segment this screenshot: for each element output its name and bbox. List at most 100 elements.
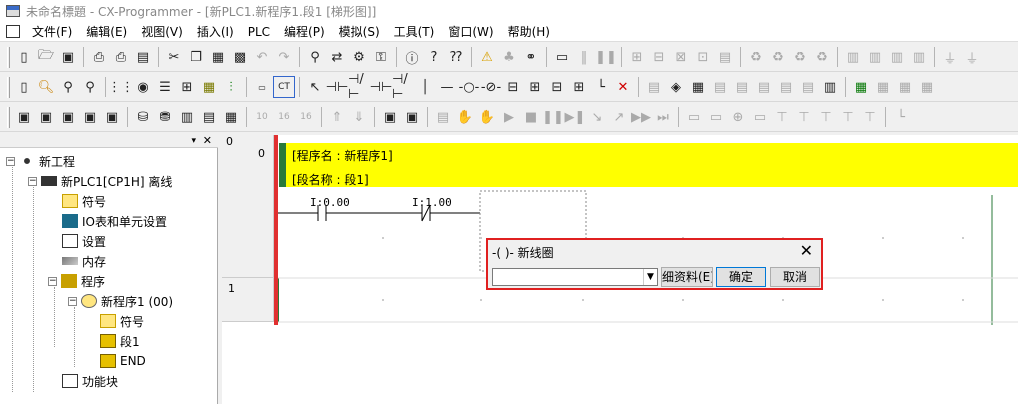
io-b-icon[interactable]: ▥	[864, 46, 886, 68]
select-cursor-icon[interactable]: ↖	[304, 76, 326, 98]
tree-node-prog-symbols[interactable]: 符号	[100, 311, 144, 331]
clipboard-icon[interactable]: ▩	[229, 46, 251, 68]
network-f-icon[interactable]: ▤	[753, 76, 775, 98]
pause-icon[interactable]: ❚❚	[595, 46, 617, 68]
step-icon[interactable]: ⊞	[626, 46, 648, 68]
network-g-icon[interactable]: ▤	[775, 76, 797, 98]
menu-insert[interactable]: 插入(I)	[191, 23, 242, 40]
menu-tools[interactable]: 工具(T)	[388, 23, 443, 40]
mem-a-icon[interactable]: ♻	[811, 46, 833, 68]
info-icon[interactable]: ⓘ	[401, 46, 423, 68]
context-help-icon[interactable]: ⁇	[445, 46, 467, 68]
network-m-icon[interactable]: ▦	[916, 76, 938, 98]
hand-icon[interactable]: ✋	[454, 106, 476, 128]
collapse-icon[interactable]: −	[28, 176, 37, 186]
network-h-icon[interactable]: ▤	[797, 76, 819, 98]
horizontal-line-icon[interactable]: —	[436, 76, 458, 98]
bit-icon[interactable]: ⊟	[546, 76, 568, 98]
jump-icon[interactable]: ⊞	[568, 76, 590, 98]
cross-ref-icon[interactable]: CT	[273, 76, 295, 98]
io-e-icon[interactable]: ⏚	[939, 46, 961, 68]
func-f-icon[interactable]: ⊤	[793, 106, 815, 128]
play-icon[interactable]: ▶	[498, 106, 520, 128]
data-trace-icon[interactable]: ♻	[767, 46, 789, 68]
tree-node-end[interactable]: END	[100, 351, 146, 371]
ladder-icon[interactable]: ▦	[198, 76, 220, 98]
cancel-button[interactable]: 取消	[770, 267, 820, 287]
zoom-in-icon[interactable]: 🔍︎	[35, 76, 57, 98]
rung-comment-icon[interactable]: ⊞	[176, 76, 198, 98]
print-preview-icon[interactable]: ⎙	[88, 46, 110, 68]
menu-help[interactable]: 帮助(H)	[502, 23, 558, 40]
tree-node-plc[interactable]: − 新PLC1[CP1H] 离线	[28, 171, 172, 191]
new-file-icon[interactable]: ▯	[13, 46, 35, 68]
symbol-table-icon[interactable]: ⛃	[154, 106, 176, 128]
pause-bar-icon[interactable]: ‖	[573, 46, 595, 68]
collapse-icon[interactable]: −	[6, 156, 15, 166]
open-folder-icon[interactable]: 🗁	[35, 46, 57, 68]
func-a-icon[interactable]: ▭	[683, 106, 705, 128]
warning-icon[interactable]: ⚠	[476, 46, 498, 68]
save-icon[interactable]: ▣	[57, 46, 79, 68]
compile-icon[interactable]: ▤	[714, 46, 736, 68]
binoculars-icon[interactable]: ⚭	[520, 46, 542, 68]
func-g-icon[interactable]: ⊤	[815, 106, 837, 128]
tree-node-program1[interactable]: − 新程序1 (00)	[68, 291, 173, 311]
document-icon[interactable]	[6, 25, 20, 38]
new-doc-icon[interactable]: ▯	[13, 76, 35, 98]
monitor-view-icon[interactable]: ▣	[379, 106, 401, 128]
pause-sim-icon[interactable]: ❚❚	[542, 106, 564, 128]
find-icon[interactable]: ⚲	[304, 46, 326, 68]
pin-icon[interactable]: ⊞	[524, 76, 546, 98]
func-c-icon[interactable]: ⊕	[727, 106, 749, 128]
network-c-icon[interactable]: ▦	[687, 76, 709, 98]
io-table-icon[interactable]: ▥	[842, 46, 864, 68]
task-icon[interactable]: ▤	[432, 106, 454, 128]
down-icon[interactable]: ⇓	[348, 106, 370, 128]
delete-line-icon[interactable]: ✕	[612, 76, 634, 98]
list-view-icon[interactable]: ▤	[198, 106, 220, 128]
paste-icon[interactable]: ▦	[207, 46, 229, 68]
close-icon[interactable]: ✕	[800, 241, 813, 260]
network-l-icon[interactable]: ▦	[894, 76, 916, 98]
view-output-icon[interactable]: ▣	[35, 106, 57, 128]
network-d-icon[interactable]: ▤	[709, 76, 731, 98]
menu-plc[interactable]: PLC	[242, 25, 278, 39]
chevron-down-icon[interactable]: ▼	[643, 269, 657, 285]
menu-edit[interactable]: 编辑(E)	[80, 23, 135, 40]
contact-nc-icon[interactable]: ⊣/⊢	[348, 72, 370, 102]
cut-icon[interactable]: ✂	[163, 46, 185, 68]
func-j-icon[interactable]: └	[890, 106, 912, 128]
zoom-out-icon[interactable]: ⚲	[79, 76, 101, 98]
tree-node-io-table[interactable]: IO表和单元设置	[62, 211, 167, 231]
tree-node-programs[interactable]: − 程序	[48, 271, 105, 291]
num-16b-icon[interactable]: 16	[295, 106, 317, 128]
transfer-icon[interactable]: ⚙	[348, 46, 370, 68]
network-e-icon[interactable]: ▤	[731, 76, 753, 98]
preview-icon[interactable]: ▤	[132, 46, 154, 68]
force-off-icon[interactable]: ⊡	[692, 46, 714, 68]
online-icon[interactable]: ♣	[498, 46, 520, 68]
func-i-icon[interactable]: ⊤	[859, 106, 881, 128]
network-i-icon[interactable]: ▥	[819, 76, 841, 98]
diff-monitor-icon[interactable]: ▣	[401, 106, 423, 128]
io-c-icon[interactable]: ▥	[886, 46, 908, 68]
zoom-reset-icon[interactable]: ⚲	[57, 76, 79, 98]
tree-node-section1[interactable]: 段1	[100, 331, 140, 351]
stop-icon[interactable]: ■	[520, 106, 542, 128]
dropdown-icon[interactable]: ▾	[191, 135, 196, 147]
corner-line-icon[interactable]: └	[590, 76, 612, 98]
or-nc-icon[interactable]: ⊣/⊢	[392, 72, 414, 102]
menu-simulate[interactable]: 模拟(S)	[333, 23, 388, 40]
vertical-line-icon[interactable]: │	[414, 76, 436, 98]
grid-icon[interactable]: ⋮⋮	[108, 76, 134, 98]
show-comments-icon[interactable]: ▭	[251, 76, 273, 98]
memory-icon[interactable]: ♻	[745, 46, 767, 68]
list-icon[interactable]: ☰	[154, 76, 176, 98]
memory-view-icon[interactable]: ▦	[220, 106, 242, 128]
fast-forward-icon[interactable]: ▶▶	[630, 106, 652, 128]
tree-node-memory[interactable]: 内存	[62, 251, 106, 271]
symbol-icon[interactable]: ⫶	[220, 76, 242, 98]
cross-ref-view-icon[interactable]: ⛁	[132, 106, 154, 128]
end-icon[interactable]: ⏭	[652, 106, 674, 128]
